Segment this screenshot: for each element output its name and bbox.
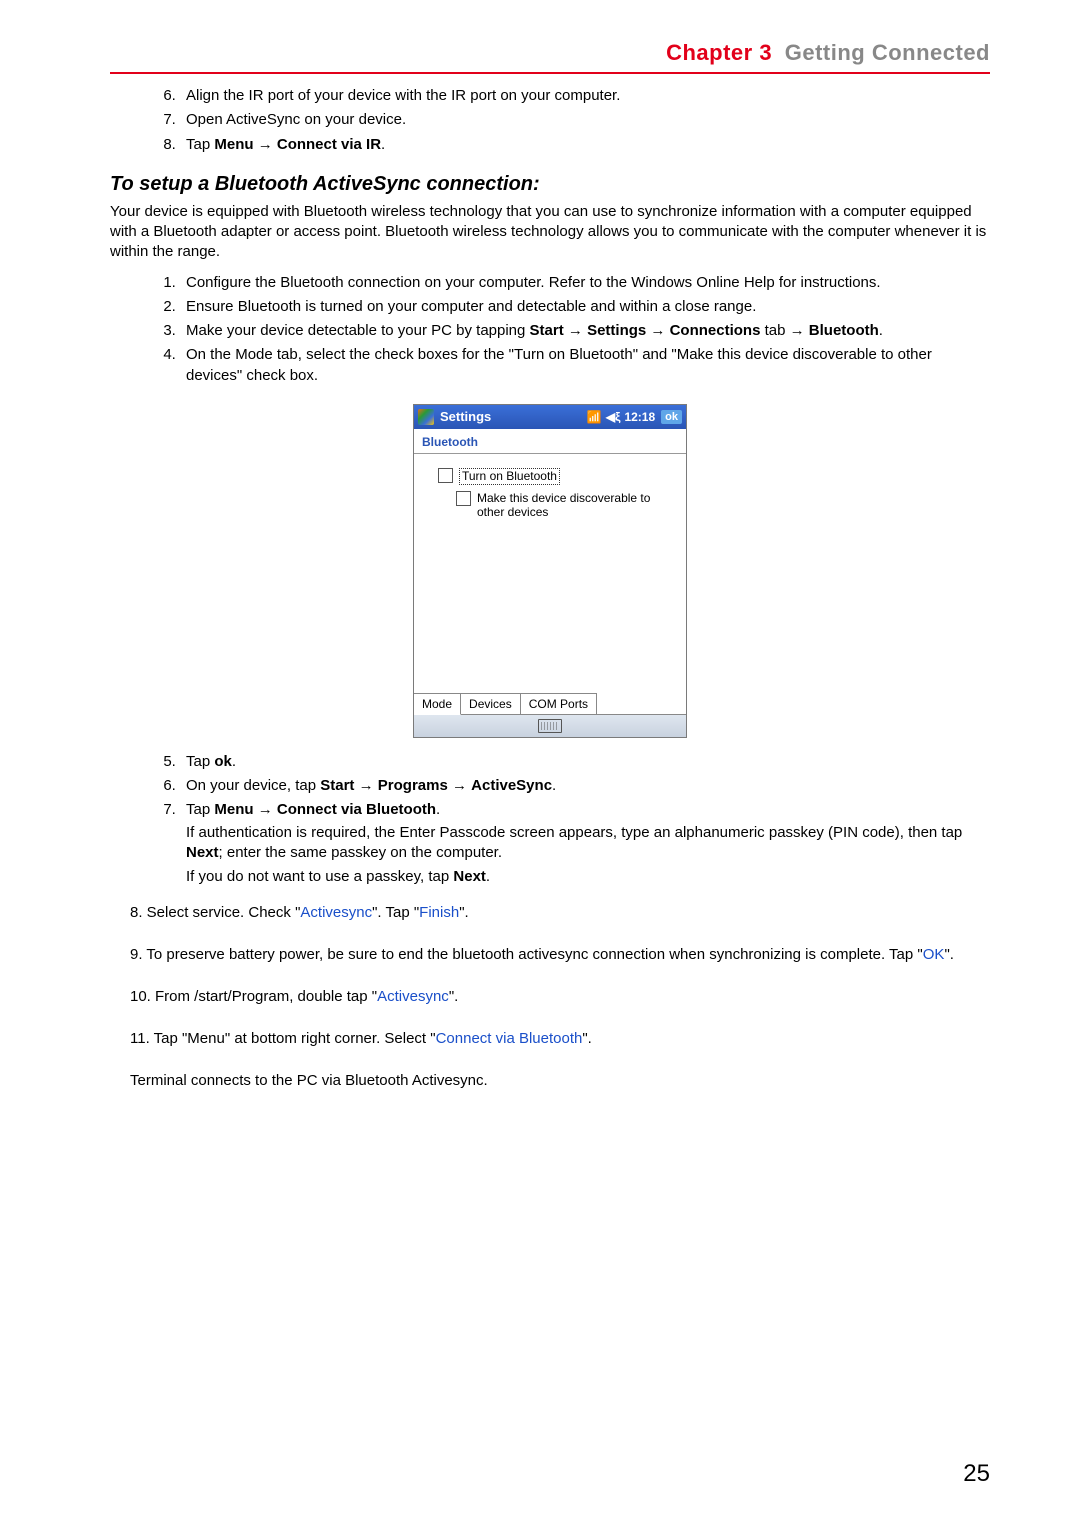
page-header: Chapter 3 Getting Connected bbox=[110, 40, 990, 72]
step-note: If you do not want to use a passkey, tap… bbox=[186, 867, 990, 887]
device-screenshot: Settings 📶 ◀ξ 12:18 ok Bluetooth Turn on… bbox=[413, 404, 687, 738]
checkbox-label-2: Make this device discoverable to other d… bbox=[477, 491, 676, 520]
list-item: Tap Menu → Connect via Bluetooth.If auth… bbox=[180, 800, 990, 887]
tab-com-ports[interactable]: COM Ports bbox=[521, 693, 597, 714]
chapter-label: Chapter 3 bbox=[666, 40, 772, 65]
checkbox-row-1: Turn on Bluetooth bbox=[438, 468, 676, 485]
steps-list-continued: Align the IR port of your device with th… bbox=[110, 86, 990, 155]
device-titlebar: Settings 📶 ◀ξ 12:18 ok bbox=[414, 405, 686, 429]
list-item: Align the IR port of your device with th… bbox=[180, 86, 990, 106]
intro-paragraph: Your device is equipped with Bluetooth w… bbox=[110, 202, 990, 263]
checkbox-icon[interactable] bbox=[438, 468, 453, 483]
list-item: Tap ok. bbox=[180, 752, 990, 772]
free-step: 10. From /start/Program, double tap "Act… bbox=[130, 985, 990, 1009]
steps-after-screenshot: Tap ok. On your device, tap Start → Progr… bbox=[110, 752, 990, 888]
list-item: Make your device detectable to your PC b… bbox=[180, 321, 990, 341]
step-note: If authentication is required, the Enter… bbox=[186, 823, 990, 864]
document-page: Chapter 3 Getting Connected Align the IR… bbox=[0, 0, 1080, 1528]
header-rule bbox=[110, 72, 990, 74]
free-step: 9. To preserve battery power, be sure to… bbox=[130, 943, 990, 967]
signal-icon: 📶 bbox=[587, 410, 602, 424]
volume-icon: ◀ξ bbox=[606, 410, 621, 424]
tab-mode[interactable]: Mode bbox=[414, 693, 461, 715]
device-title: Settings bbox=[440, 409, 491, 424]
ok-button[interactable]: ok bbox=[661, 410, 682, 424]
page-number: 25 bbox=[963, 1460, 990, 1488]
list-item: On the Mode tab, select the check boxes … bbox=[180, 345, 990, 386]
device-clock: 12:18 bbox=[624, 410, 655, 424]
list-item: Tap Menu → Connect via IR. bbox=[180, 135, 990, 155]
list-item: On your device, tap Start → Programs → A… bbox=[180, 776, 990, 796]
free-step: Terminal connects to the PC via Bluetoot… bbox=[130, 1069, 990, 1093]
keyboard-icon[interactable] bbox=[538, 719, 562, 733]
checkbox-label-1: Turn on Bluetooth bbox=[459, 468, 560, 485]
device-subtitle: Bluetooth bbox=[414, 429, 686, 454]
list-item: Configure the Bluetooth connection on yo… bbox=[180, 273, 990, 293]
device-tabs: Mode Devices COM Ports bbox=[414, 693, 686, 715]
chapter-title: Getting Connected bbox=[785, 40, 990, 65]
checkbox-row-2: Make this device discoverable to other d… bbox=[456, 491, 676, 520]
additional-steps: 8. Select service. Check "Activesync". T… bbox=[130, 901, 990, 1093]
windows-icon bbox=[418, 409, 434, 425]
checkbox-icon[interactable] bbox=[456, 491, 471, 506]
section-heading: To setup a Bluetooth ActiveSync connecti… bbox=[110, 173, 990, 196]
list-item: Open ActiveSync on your device. bbox=[180, 110, 990, 130]
list-item: Ensure Bluetooth is turned on your compu… bbox=[180, 297, 990, 317]
bluetooth-steps-list: Configure the Bluetooth connection on yo… bbox=[110, 273, 990, 386]
tab-devices[interactable]: Devices bbox=[461, 693, 521, 714]
device-footer bbox=[414, 715, 686, 737]
free-step: 8. Select service. Check "Activesync". T… bbox=[130, 901, 990, 925]
device-status-area: 📶 ◀ξ 12:18 bbox=[587, 410, 655, 424]
free-step: 11. Tap "Menu" at bottom right corner. S… bbox=[130, 1027, 990, 1051]
device-body: Turn on Bluetooth Make this device disco… bbox=[414, 454, 686, 693]
